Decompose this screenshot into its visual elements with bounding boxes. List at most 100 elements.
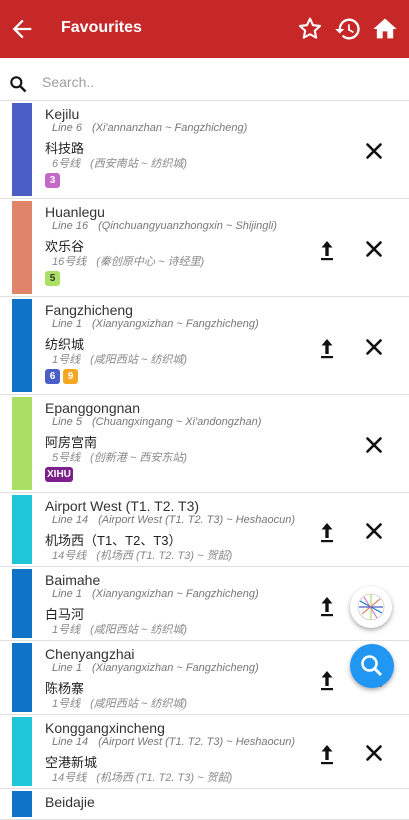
star-outline-icon[interactable] <box>296 15 324 43</box>
app-bar: Favourites <box>0 0 409 58</box>
transfer-badges: 69 <box>45 369 78 384</box>
close-icon[interactable] <box>364 337 384 357</box>
station-line-route-chinese: 1号线 (咸阳西站 ~ 纺织城) <box>52 695 187 711</box>
route-label: (Airport West (T1. T2. T3) ~ Heshaocun) <box>98 736 296 748</box>
station-line-route: Line 14 (Airport West (T1. T2. T3) ~ Hesh… <box>52 736 295 748</box>
search-icon <box>10 76 27 93</box>
station-name: Huanlegu <box>45 204 105 220</box>
list-item[interactable]: Konggangxincheng Line 14 (Airport West (T1… <box>0 715 409 789</box>
move-to-top-icon[interactable] <box>318 521 336 543</box>
route-label-chinese: (机场西 (T1. T2. T3) ~ 贺韶) <box>96 550 233 562</box>
close-icon[interactable] <box>364 239 384 259</box>
transfer-line-badge: XIHU <box>45 467 73 482</box>
favourites-list: Kejilu Line 6 (Xi'annanzhan ~ Fangzhicheng… <box>0 101 409 820</box>
station-name: Chenyangzhai <box>45 646 135 662</box>
station-name: Konggangxincheng <box>45 720 165 736</box>
metro-map-button[interactable] <box>350 586 392 628</box>
line-label-chinese: 5号线 <box>52 452 81 464</box>
station-line-route: Line 1 (Xianyangxizhan ~ Fangzhicheng) <box>52 318 259 330</box>
line-label-chinese: 1号线 <box>52 624 81 636</box>
search-fab-button[interactable] <box>350 644 394 688</box>
line-label: Line 1 <box>52 318 82 330</box>
station-line-route: Line 6 (Xi'annanzhan ~ Fangzhicheng) <box>52 122 247 134</box>
line-label: Line 6 <box>52 122 82 134</box>
move-to-top-icon[interactable] <box>318 743 336 765</box>
close-icon[interactable] <box>364 141 384 161</box>
line-label-chinese: 14号线 <box>52 772 87 784</box>
station-name: Kejilu <box>45 106 80 122</box>
line-label-chinese: 1号线 <box>52 354 81 366</box>
transfer-line-badge: 3 <box>45 173 60 188</box>
transfer-line-badge: 5 <box>45 271 60 286</box>
line-label: Line 1 <box>52 588 82 600</box>
close-icon[interactable] <box>364 743 384 763</box>
search-bar <box>0 58 409 101</box>
move-to-top-icon[interactable] <box>318 337 336 359</box>
station-line-route-chinese: 1号线 (咸阳西站 ~ 纺织城) <box>52 621 187 637</box>
list-item[interactable]: Chenyangzhai Line 1 (Xianyangxizhan ~ Fang… <box>0 641 409 715</box>
line-color-bar <box>12 201 32 294</box>
station-line-route-chinese: 5号线 (创新港 ~ 西安东站) <box>52 449 187 465</box>
route-label: (Qinchuangyuanzhongxin ~ Shijingli) <box>98 220 277 232</box>
station-name: Epanggongnan <box>45 400 140 416</box>
route-label-chinese: (西安南站 ~ 纺织城) <box>90 158 187 170</box>
search-input[interactable] <box>40 70 394 94</box>
metro-map-icon <box>357 593 385 621</box>
line-color-bar <box>12 299 32 392</box>
route-label: (Chuangxingang ~ Xi'andongzhan) <box>91 416 262 428</box>
route-label-chinese: (创新港 ~ 西安东站) <box>90 452 187 464</box>
home-icon[interactable] <box>371 15 399 43</box>
station-line-route: Line 1 (Xianyangxizhan ~ Fangzhicheng) <box>52 588 259 600</box>
route-label: (Xianyangxizhan ~ Fangzhicheng) <box>91 588 259 600</box>
line-label: Line 14 <box>52 514 89 526</box>
transfer-badges: 5 <box>45 271 60 286</box>
line-label: Line 1 <box>52 662 82 674</box>
station-line-route-chinese: 14号线 (机场西 (T1. T2. T3) ~ 贺韶) <box>52 547 232 563</box>
move-to-top-icon[interactable] <box>318 669 336 691</box>
station-line-route-chinese: 14号线 (机场西 (T1. T2. T3) ~ 贺韶) <box>52 769 232 785</box>
line-color-bar <box>12 717 32 786</box>
transfer-badges: 3 <box>45 173 60 188</box>
route-label-chinese: (秦创原中心 ~ 诗经里) <box>96 256 205 268</box>
history-icon[interactable] <box>334 15 362 43</box>
station-name: Fangzhicheng <box>45 302 133 318</box>
list-item[interactable]: Kejilu Line 6 (Xi'annanzhan ~ Fangzhicheng… <box>0 101 409 199</box>
list-item[interactable]: Airport West (T1. T2. T3) Line 14 (Airport… <box>0 493 409 567</box>
line-color-bar <box>12 397 32 490</box>
station-line-route-chinese: 6号线 (西安南站 ~ 纺织城) <box>52 155 187 171</box>
list-item[interactable]: Fangzhicheng Line 1 (Xianyangxizhan ~ Fang… <box>0 297 409 395</box>
station-line-route: Line 1 (Xianyangxizhan ~ Fangzhicheng) <box>52 662 259 674</box>
line-label: Line 14 <box>52 736 89 748</box>
list-item[interactable]: Huanlegu Line 16 (Qinchuangyuanzhongxin ~ … <box>0 199 409 297</box>
station-name: Airport West (T1. T2. T3) <box>45 498 200 514</box>
station-name: Baimahe <box>45 572 101 588</box>
route-label-chinese: (机场西 (T1. T2. T3) ~ 贺韶) <box>96 772 233 784</box>
route-label: (Xianyangxizhan ~ Fangzhicheng) <box>91 318 259 330</box>
list-item[interactable]: Beidajie <box>0 789 409 820</box>
list-item[interactable]: Epanggongnan Line 5 (Chuangxingang ~ Xi'an… <box>0 395 409 493</box>
station-line-route-chinese: 16号线 (秦创原中心 ~ 诗经里) <box>52 253 204 269</box>
station-line-route-chinese: 1号线 (咸阳西站 ~ 纺织城) <box>52 351 187 367</box>
route-label: (Xi'annanzhan ~ Fangzhicheng) <box>91 122 248 134</box>
close-icon[interactable] <box>364 435 384 455</box>
move-to-top-icon[interactable] <box>318 595 336 617</box>
route-label-chinese: (咸阳西站 ~ 纺织城) <box>90 698 187 710</box>
route-label-chinese: (咸阳西站 ~ 纺织城) <box>90 624 187 636</box>
line-color-bar <box>12 495 32 564</box>
line-label-chinese: 14号线 <box>52 550 87 562</box>
close-icon[interactable] <box>364 521 384 541</box>
station-name: Beidajie <box>45 794 95 810</box>
move-to-top-icon[interactable] <box>318 239 336 261</box>
line-label: Line 16 <box>52 220 89 232</box>
line-label-chinese: 1号线 <box>52 698 81 710</box>
line-color-bar <box>12 569 32 638</box>
transfer-badges: XIHU <box>45 467 73 482</box>
page-title: Favourites <box>61 19 142 36</box>
line-color-bar <box>12 791 32 817</box>
route-label-chinese: (咸阳西站 ~ 纺织城) <box>90 354 187 366</box>
back-arrow-icon[interactable] <box>8 15 36 43</box>
line-label: Line 5 <box>52 416 82 428</box>
station-line-route: Line 14 (Airport West (T1. T2. T3) ~ Hesh… <box>52 514 295 526</box>
route-label: (Airport West (T1. T2. T3) ~ Heshaocun) <box>98 514 296 526</box>
list-item[interactable]: Baimahe Line 1 (Xianyangxizhan ~ Fangzhich… <box>0 567 409 641</box>
